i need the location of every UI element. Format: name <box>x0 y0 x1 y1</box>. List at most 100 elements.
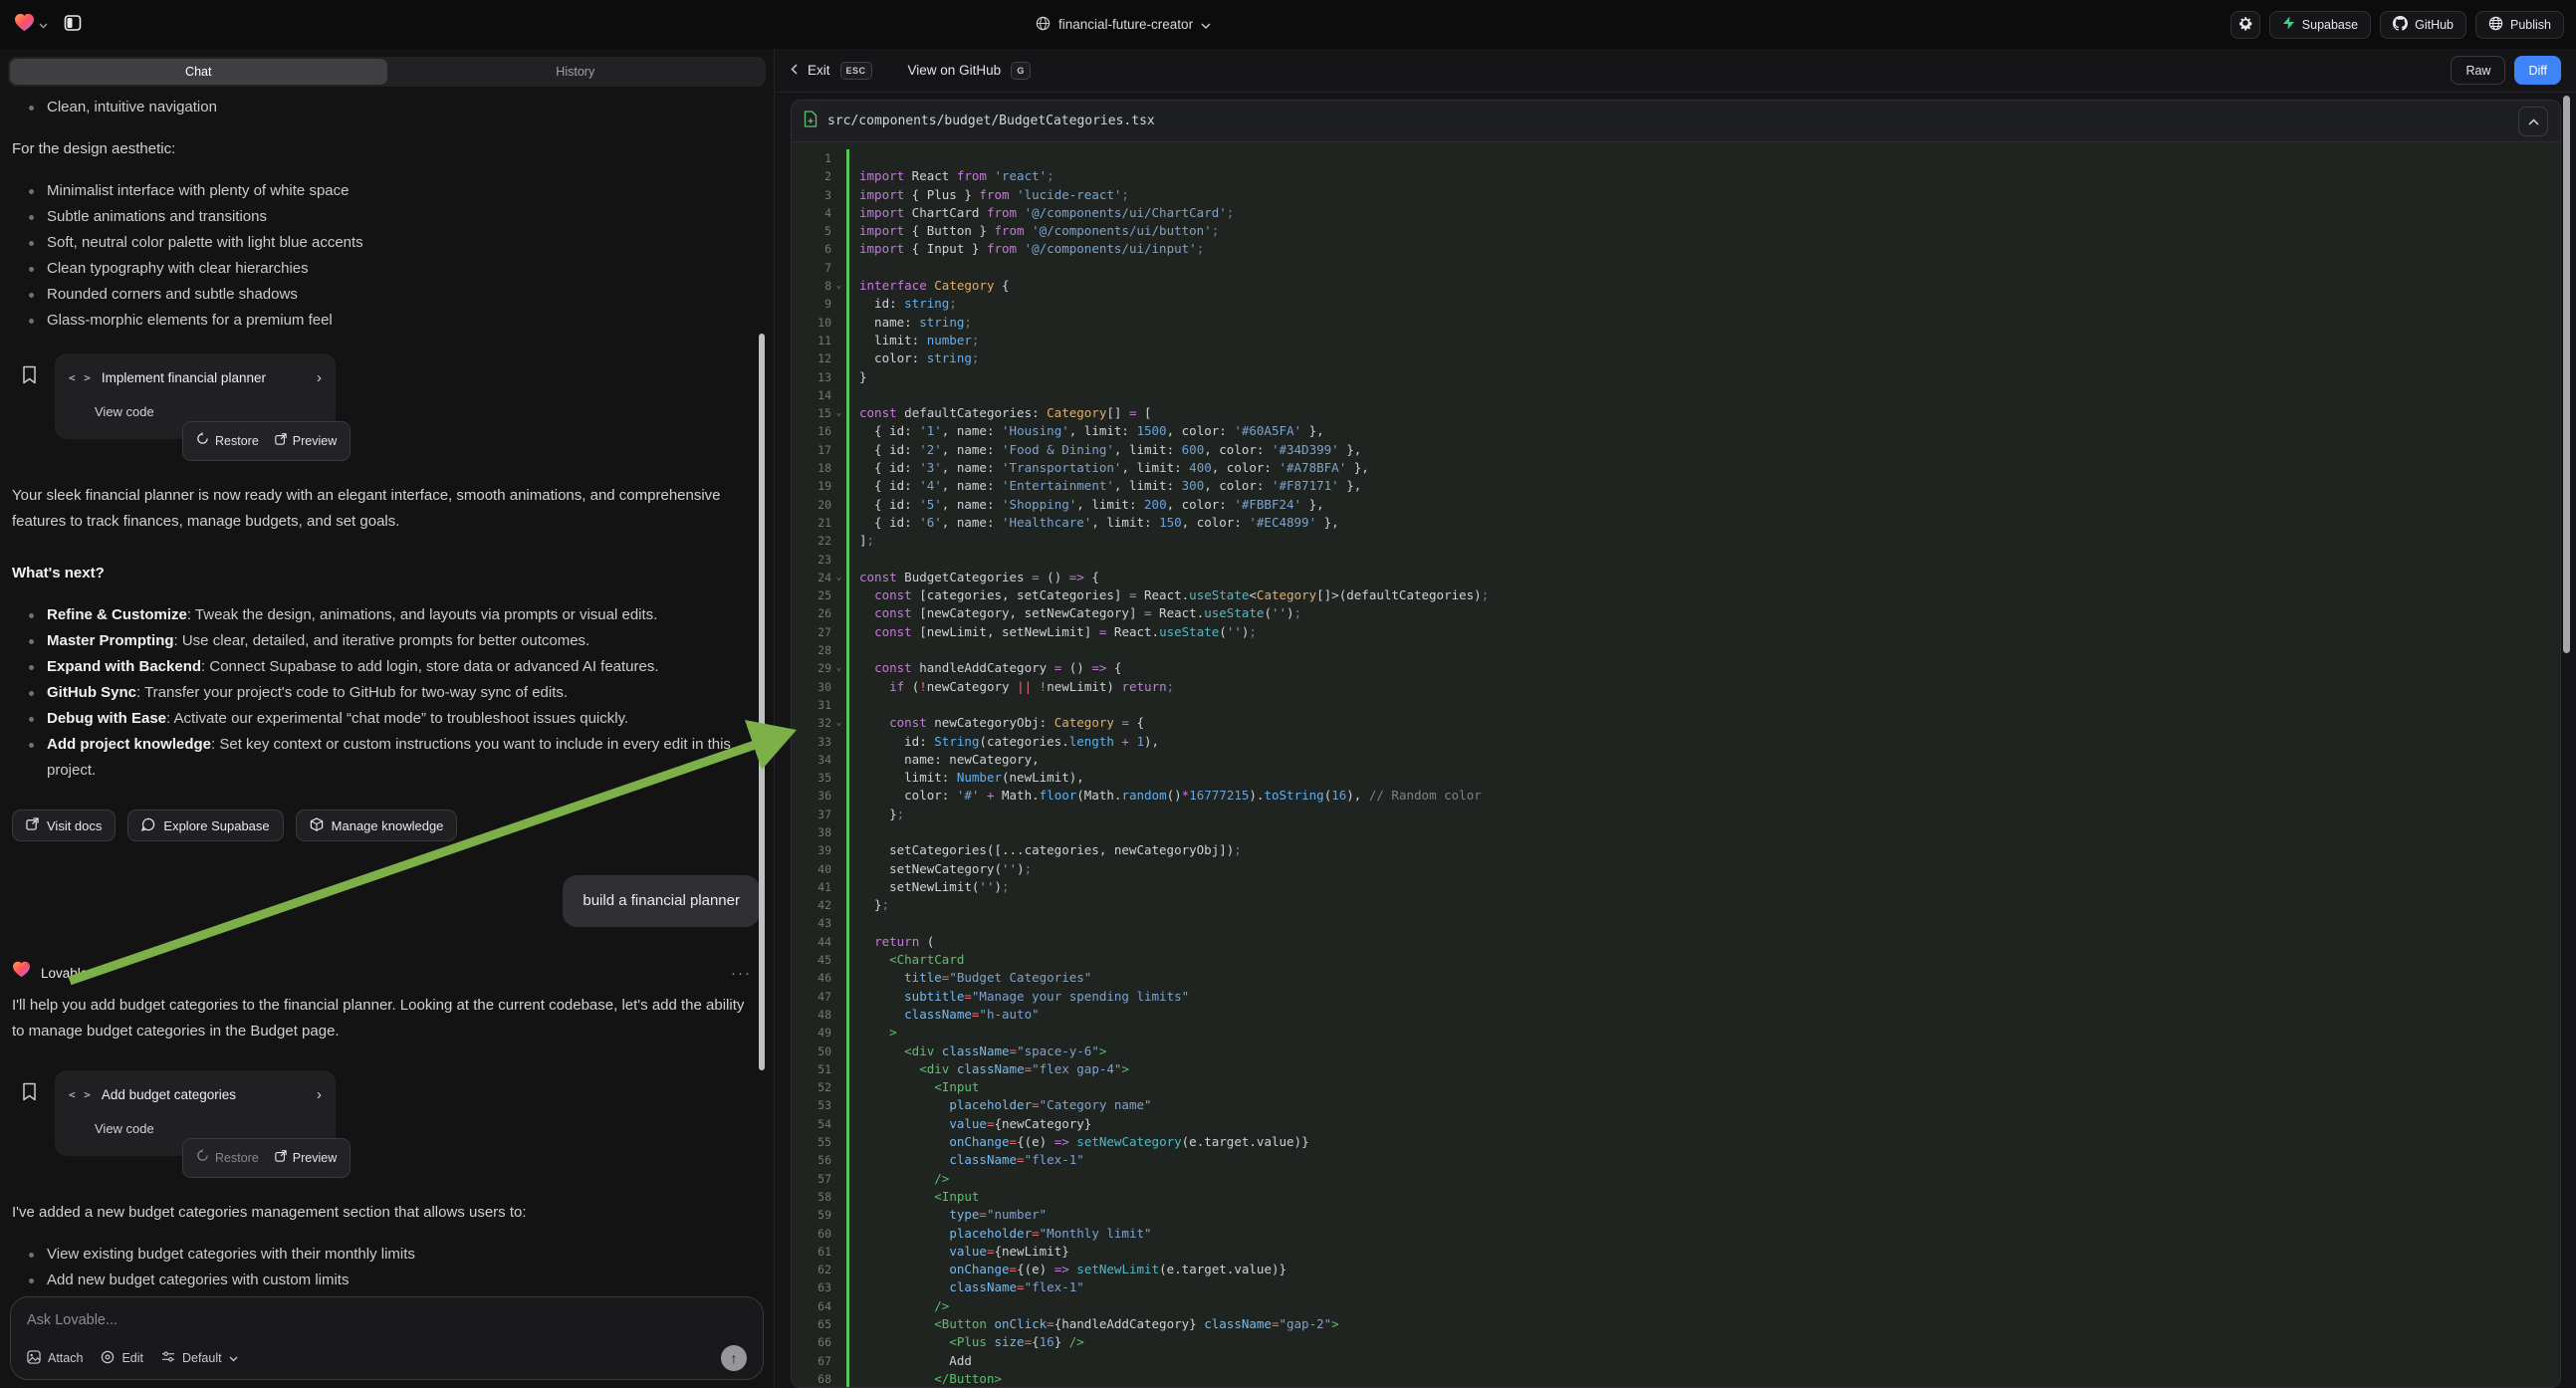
whats-next-heading: What's next? <box>12 561 760 586</box>
code-line: 15⌄const defaultCategories: Category[] =… <box>792 404 2560 422</box>
code-line-content: limit: number; <box>846 332 2560 349</box>
fold-toggle-icon <box>831 1060 846 1078</box>
line-number: 38 <box>792 823 831 841</box>
preview-button[interactable]: Preview <box>269 1143 343 1173</box>
version-card-add-budget-categories[interactable]: < > Add budget categories › View code Re… <box>55 1070 336 1156</box>
fold-toggle-icon <box>831 477 846 495</box>
code-line: 8⌄interface Category { <box>792 277 2560 295</box>
collapse-file-button[interactable] <box>2518 107 2548 136</box>
code-line: 46 title="Budget Categories" <box>792 969 2560 987</box>
diff-toggle-button[interactable]: Diff <box>2514 56 2561 85</box>
chat-scrollbar[interactable] <box>759 334 765 1070</box>
supabase-button[interactable]: Supabase <box>2269 11 2371 39</box>
code-line: 4import ChartCard from '@/components/ui/… <box>792 204 2560 222</box>
visit-docs-button[interactable]: Visit docs <box>12 810 116 841</box>
code-line-content: const newCategoryObj: Category = { <box>846 714 2560 732</box>
line-number: 34 <box>792 751 831 769</box>
line-number: 65 <box>792 1315 831 1333</box>
fold-toggle-icon <box>831 1151 846 1169</box>
fold-toggle-icon[interactable]: ⌄ <box>831 569 846 586</box>
publish-button[interactable]: Publish <box>2475 11 2564 39</box>
chat-scroll-area[interactable]: Clean, intuitive navigation For the desi… <box>0 91 774 1335</box>
preview-button[interactable]: Preview <box>269 426 343 456</box>
list-item: Subtle animations and transitions <box>12 204 760 230</box>
file-plus-icon <box>804 111 818 132</box>
line-number: 27 <box>792 623 831 641</box>
fold-toggle-icon <box>831 368 846 386</box>
code-line-content: color: string; <box>846 349 2560 367</box>
edit-mode-button[interactable]: Edit <box>101 1350 143 1367</box>
line-number: 8 <box>792 277 831 295</box>
exit-button[interactable]: Exit ESC <box>791 62 872 80</box>
code-line: 10 name: string; <box>792 314 2560 332</box>
line-number: 56 <box>792 1151 831 1169</box>
tab-chat[interactable]: Chat <box>10 59 387 85</box>
restore-button[interactable]: Restore <box>190 1143 265 1173</box>
line-number: 14 <box>792 386 831 404</box>
more-options-button[interactable]: ··· <box>731 961 752 987</box>
project-switcher[interactable]: financial-future-creator <box>1036 0 1211 49</box>
code-line-content: /> <box>846 1297 2560 1315</box>
toggle-sidebar-button[interactable] <box>58 10 88 40</box>
code-editor[interactable]: 12import React from 'react';3import { Pl… <box>792 142 2560 1388</box>
tab-history[interactable]: History <box>387 59 765 85</box>
bookmark-icon[interactable] <box>22 1082 37 1110</box>
line-number: 59 <box>792 1206 831 1224</box>
chat-input[interactable] <box>27 1312 747 1328</box>
fold-toggle-icon <box>831 696 846 714</box>
lovable-heart-icon <box>12 961 31 987</box>
line-number: 45 <box>792 951 831 969</box>
code-line: 7 <box>792 259 2560 277</box>
line-number: 67 <box>792 1352 831 1370</box>
code-line: 14 <box>792 386 2560 404</box>
gear-icon <box>2237 15 2253 34</box>
fold-toggle-icon <box>831 751 846 769</box>
github-label: GitHub <box>2415 18 2454 32</box>
code-line-content: { id: '6', name: 'Healthcare', limit: 15… <box>846 514 2560 532</box>
code-line-content: className="h-auto" <box>846 1006 2560 1024</box>
fold-toggle-icon[interactable]: ⌄ <box>831 714 846 732</box>
send-button[interactable]: ↑ <box>721 1345 747 1371</box>
code-line: 54 value={newCategory} <box>792 1115 2560 1133</box>
fold-toggle-icon <box>831 1078 846 1096</box>
line-number: 57 <box>792 1170 831 1188</box>
code-line: 12 color: string; <box>792 349 2560 367</box>
restore-button[interactable]: Restore <box>190 426 265 456</box>
code-line-content <box>846 823 2560 841</box>
version-card-implement-financial-planner[interactable]: < > Implement financial planner › View c… <box>55 353 336 439</box>
code-icon: < > <box>69 365 92 391</box>
code-line: 32⌄ const newCategoryObj: Category = { <box>792 714 2560 732</box>
raw-toggle-button[interactable]: Raw <box>2451 56 2505 85</box>
line-number: 22 <box>792 532 831 550</box>
code-scrollbar[interactable] <box>2563 96 2570 653</box>
code-line: 16 { id: '1', name: 'Housing', limit: 15… <box>792 422 2560 440</box>
file-header[interactable]: src/components/budget/BudgetCategories.t… <box>792 101 2560 142</box>
line-number: 54 <box>792 1115 831 1133</box>
fold-toggle-icon[interactable]: ⌄ <box>831 277 846 295</box>
attach-button[interactable]: Attach <box>27 1350 83 1367</box>
fold-toggle-icon[interactable]: ⌄ <box>831 659 846 677</box>
model-selector[interactable]: Default <box>161 1350 238 1366</box>
code-line-content: placeholder="Category name" <box>846 1096 2560 1114</box>
line-number: 44 <box>792 933 831 951</box>
code-line-content: type="number" <box>846 1206 2560 1224</box>
code-line: 47 subtitle="Manage your spending limits… <box>792 988 2560 1006</box>
code-line: 55 onChange={(e) => setNewCategory(e.tar… <box>792 1133 2560 1151</box>
fold-toggle-icon <box>831 186 846 204</box>
fold-toggle-icon <box>831 623 846 641</box>
chat-history-tabs: Chat History <box>8 57 766 87</box>
bookmark-icon[interactable] <box>22 365 37 393</box>
code-line-content: setNewLimit(''); <box>846 878 2560 896</box>
list-item: Debug with Ease: Activate our experiment… <box>12 706 760 732</box>
manage-knowledge-button[interactable]: Manage knowledge <box>296 810 458 841</box>
fold-toggle-icon <box>831 422 846 440</box>
explore-supabase-button[interactable]: Explore Supabase <box>127 810 283 841</box>
github-button[interactable]: GitHub <box>2380 11 2466 39</box>
fold-toggle-icon[interactable]: ⌄ <box>831 404 846 422</box>
assistant-header: Lovable ··· <box>12 961 760 987</box>
external-link-icon <box>275 1145 287 1171</box>
version-card-title: Implement financial planner <box>102 365 307 391</box>
settings-button[interactable] <box>2230 11 2260 39</box>
lovable-workspace-menu[interactable] <box>14 13 48 37</box>
view-on-github-button[interactable]: View on GitHub G <box>908 62 1032 80</box>
